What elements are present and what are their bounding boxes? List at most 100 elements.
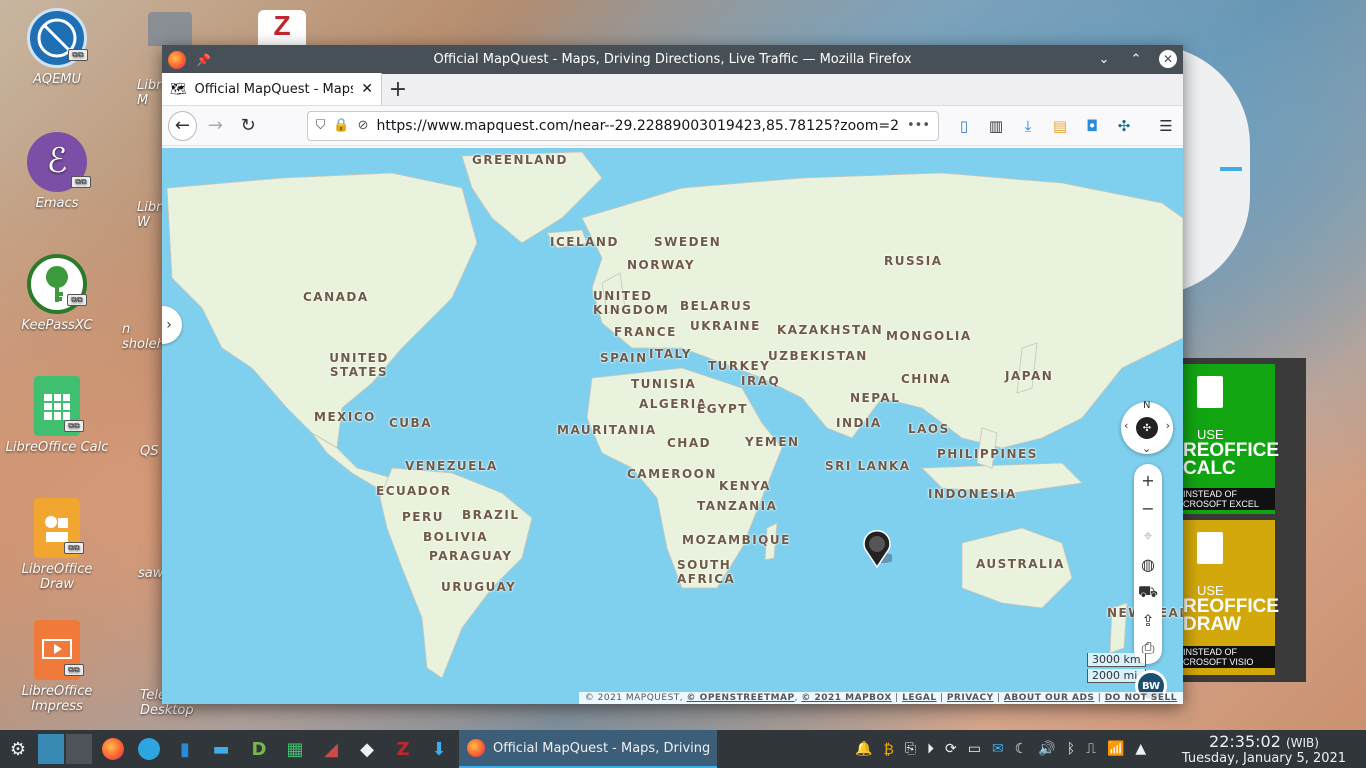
close-window-button[interactable]: ✕: [1159, 50, 1177, 68]
app-launcher-icon[interactable]: ⚙: [4, 730, 32, 768]
downloads-icon[interactable]: ⤓: [1017, 115, 1039, 137]
zoom-out-button[interactable]: −: [1134, 494, 1162, 522]
bluetooth-icon[interactable]: ᛒ: [1067, 741, 1075, 757]
library-icon[interactable]: ▥: [985, 115, 1007, 137]
inkscape-launcher-icon[interactable]: ◆: [352, 730, 382, 768]
about-ads-link[interactable]: ABOUT OUR ADS: [1004, 693, 1095, 703]
compass-control[interactable]: N ‹ › ⌄ ✣: [1121, 400, 1173, 455]
extension-icon[interactable]: ✣: [1113, 115, 1135, 137]
zotero-launcher-icon[interactable]: Z: [388, 730, 418, 768]
code-launcher-icon[interactable]: ◢: [316, 730, 346, 768]
task-firefox[interactable]: Official MapQuest - Maps, Driving ...: [459, 730, 717, 768]
night-light-icon[interactable]: ☾: [1015, 741, 1028, 757]
map-label: PARAGUAY: [429, 549, 513, 563]
pager-widget[interactable]: [38, 734, 92, 764]
traffic-icon[interactable]: ⛟: [1134, 578, 1162, 606]
draw-ad-icon: [1197, 532, 1223, 564]
bitcoin-icon[interactable]: ₿: [883, 741, 893, 758]
update-icon[interactable]: ⟳: [945, 741, 957, 757]
forward-button[interactable]: →: [201, 111, 230, 141]
zotero-desktop-icon[interactable]: Z: [258, 10, 306, 46]
volume-icon[interactable]: 🔊: [1038, 741, 1055, 757]
attrib-osm-link[interactable]: © OPENSTREETMAP: [687, 693, 795, 703]
media-player-icon[interactable]: ⏵: [927, 741, 934, 757]
pan-right-icon[interactable]: ›: [1166, 419, 1170, 432]
tray-expand-icon[interactable]: ▲: [1135, 741, 1146, 757]
download-launcher-icon[interactable]: ⬇: [424, 730, 454, 768]
desktop-icon-libreoffice-impress[interactable]: ⧉⧉ LibreOffice Impress: [5, 620, 109, 714]
extension-icon[interactable]: ◘: [1081, 115, 1103, 137]
close-tab-icon[interactable]: ✕: [361, 81, 373, 97]
map-label: UZBEKISTAN: [768, 349, 868, 363]
calc-ad-name2: CALC: [1183, 458, 1236, 479]
map-label: MONGOLIA: [886, 329, 972, 343]
map-label: INDIA: [836, 416, 882, 430]
map-label: TURKEY: [708, 359, 771, 373]
reload-button[interactable]: ↻: [234, 111, 263, 141]
my-location-icon[interactable]: ⌖: [1134, 522, 1162, 550]
page-actions-icon[interactable]: •••: [907, 118, 930, 133]
globe-icon[interactable]: ◍: [1134, 550, 1162, 578]
calc-desktop-icon[interactable]: [148, 12, 192, 46]
tracking-icon[interactable]: ⊘: [358, 118, 369, 133]
back-button[interactable]: ←: [168, 110, 197, 141]
shield-icon[interactable]: ⛉: [316, 118, 326, 133]
file-manager-launcher-icon[interactable]: ▬: [206, 730, 236, 768]
battery-icon[interactable]: ▭: [968, 741, 981, 757]
lock-icon[interactable]: 🔒: [333, 118, 349, 133]
telegram-launcher-icon[interactable]: [134, 730, 164, 768]
draw-ad-name2: DRAW: [1183, 614, 1242, 635]
clipboard-icon[interactable]: ⎘: [905, 741, 916, 757]
calc-ad-icon: [1197, 376, 1223, 408]
keepassxc-icon: ⧉⧉: [27, 254, 87, 314]
new-tab-button[interactable]: +: [382, 73, 414, 105]
recenter-icon[interactable]: ✣: [1136, 417, 1158, 439]
chat-icon[interactable]: ✉: [992, 741, 1004, 757]
desktop-icon-libreoffice-draw[interactable]: ⧉⧉ LibreOffice Draw: [5, 498, 109, 592]
libreoffice-ad-panel: USE REOFFICE CALC INSTEAD OF CROSOFT EXC…: [1183, 358, 1306, 682]
firefox-launcher-icon[interactable]: [98, 730, 128, 768]
desktop-icon-label: LibreOffice Draw: [21, 562, 93, 592]
calc-ad-instead2: CROSOFT EXCEL: [1183, 499, 1259, 509]
hamburger-menu-icon[interactable]: ☰: [1155, 115, 1177, 137]
usb-icon[interactable]: ⎍: [1086, 741, 1096, 757]
tab-title: Official MapQuest - Maps, Driving Direct…: [194, 81, 354, 97]
maximize-button[interactable]: ⌃: [1127, 50, 1145, 68]
pan-left-icon[interactable]: ‹: [1124, 419, 1128, 432]
calc-launcher-icon[interactable]: ▦: [280, 730, 310, 768]
desktop-icon-libreoffice-calc[interactable]: ⧉⧉ LibreOffice Calc: [5, 376, 109, 455]
url-text[interactable]: https://www.mapquest.com/near--29.228890…: [377, 118, 899, 134]
legal-link[interactable]: LEGAL: [902, 693, 936, 703]
digital-clock[interactable]: 22:35:02 (WIB) Tuesday, January 5, 2021: [1166, 732, 1362, 766]
network-icon[interactable]: 📶: [1107, 741, 1124, 757]
map-label: FRANCE: [614, 325, 677, 339]
reader-view-icon[interactable]: ▯: [953, 115, 975, 137]
desktop-icon-emacs[interactable]: ℰ ⧉⧉ Emacs: [5, 132, 109, 211]
writer-launcher-icon[interactable]: ▮: [170, 730, 200, 768]
dict-launcher-icon[interactable]: D: [244, 730, 274, 768]
zoom-in-button[interactable]: +: [1134, 466, 1162, 494]
tab-mapquest[interactable]: 🗺 Official MapQuest - Maps, Driving Dire…: [162, 73, 382, 105]
url-bar[interactable]: ⛉ 🔒 ⊘ https://www.mapquest.com/near--29.…: [306, 110, 939, 141]
desktop-icon-partial[interactable]: n sholeh: [122, 322, 165, 352]
pan-down-icon[interactable]: ⌄: [1142, 442, 1151, 455]
minimize-button[interactable]: ⌄: [1095, 50, 1113, 68]
desktop-icon-keepassxc[interactable]: ⧉⧉ KeePassXC: [5, 254, 109, 333]
extension-icon[interactable]: ▤: [1049, 115, 1071, 137]
do-not-sell-link[interactable]: DO NOT SELL: [1105, 693, 1177, 703]
map-canvas[interactable]: › GREENLAND ICELAND SWEDEN NORWAY RUSSIA…: [162, 148, 1183, 704]
desktop-icon-label: KeePassXC: [21, 318, 93, 333]
taskbar: ⚙ ▮ ▬ D ▦ ◢ ◆ Z ⬇ Official MapQuest - Ma…: [0, 730, 1366, 768]
map-attribution: © 2021 MAPQUEST, © OPENSTREETMAP, © 2021…: [578, 692, 1183, 704]
pin-icon[interactable]: 📌: [196, 53, 211, 67]
desktop-icon-aqemu[interactable]: ⧉⧉ AQEMU: [5, 8, 109, 87]
draw-ad-instead1: INSTEAD OF: [1183, 647, 1238, 657]
privacy-link[interactable]: PRIVACY: [947, 693, 994, 703]
attrib-mapbox-link[interactable]: © 2021 MAPBOX: [801, 693, 891, 703]
location-pin-icon[interactable]: [862, 530, 892, 568]
notifications-icon[interactable]: 🔔: [855, 741, 872, 757]
share-icon[interactable]: ⇪: [1134, 606, 1162, 634]
window-titlebar[interactable]: 📌 Official MapQuest - Maps, Driving Dire…: [162, 45, 1183, 74]
map-label: LAOS: [908, 422, 950, 436]
map-label: ITALY: [649, 347, 692, 361]
